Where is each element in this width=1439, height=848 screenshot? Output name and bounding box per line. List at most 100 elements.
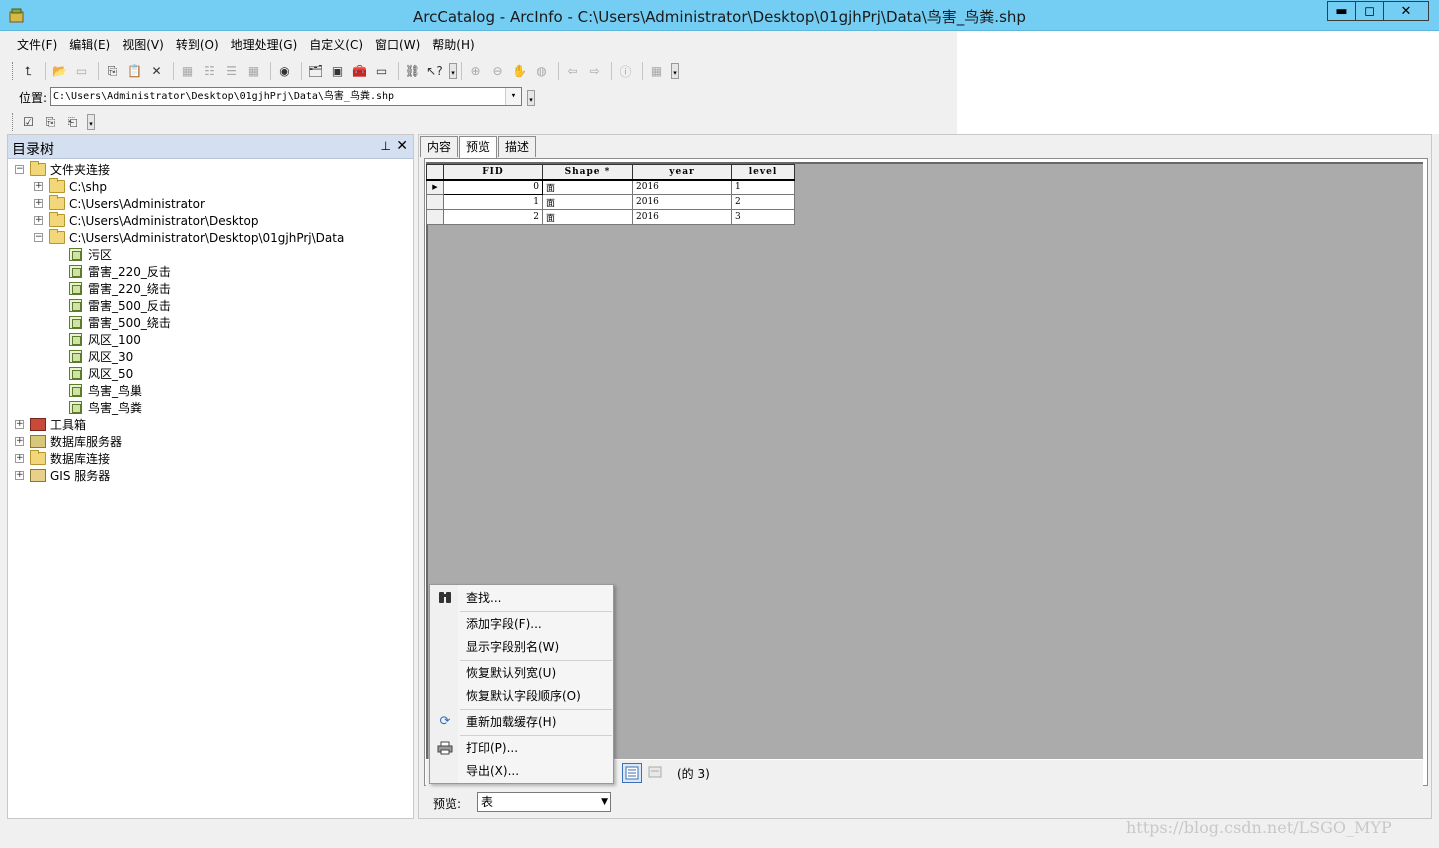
preview-type-select[interactable]: 表 ▼ bbox=[477, 792, 611, 812]
menu-file[interactable]: 文件(F) bbox=[12, 36, 62, 56]
tree-node-shapefile[interactable]: 风区_50 bbox=[69, 365, 133, 382]
delete-icon[interactable]: ✕ bbox=[147, 62, 166, 81]
tree-node-shapefile[interactable]: 鸟害_鸟巢 bbox=[69, 382, 142, 399]
tree-node-database-servers[interactable]: + 数据库服务器 bbox=[15, 433, 122, 450]
menu-customize[interactable]: 自定义(C) bbox=[304, 36, 368, 56]
tree-node-folder[interactable]: − C:\Users\Administrator\Desktop\01gjhPr… bbox=[34, 229, 344, 246]
tab-description[interactable]: 描述 bbox=[498, 136, 537, 157]
up-one-level-icon[interactable]: ⮤ bbox=[19, 62, 38, 81]
cell-year[interactable]: 2016 bbox=[632, 209, 732, 225]
large-icons-icon[interactable]: ▦ bbox=[178, 62, 197, 81]
tree-node-shapefile[interactable]: 雷害_500_反击 bbox=[69, 297, 171, 314]
tree-node-folder-connections[interactable]: − 文件夹连接 bbox=[15, 161, 110, 178]
python-window-icon[interactable]: ▭ bbox=[372, 62, 391, 81]
collapse-icon[interactable]: − bbox=[15, 165, 24, 174]
menu-item-reload-cache[interactable]: 重新加载缓存(H) bbox=[466, 712, 556, 732]
location-overflow-icon[interactable]: ▾ bbox=[527, 90, 535, 106]
tree-node-shapefile[interactable]: 雷害_220_绕击 bbox=[69, 280, 171, 297]
thumbnails-icon[interactable]: ▦ bbox=[244, 62, 263, 81]
tree-node-folder[interactable]: + C:\Users\Administrator\Desktop bbox=[34, 212, 258, 229]
cell-level[interactable]: 2 bbox=[731, 194, 795, 210]
menu-item-restore-column-widths[interactable]: 恢复默认列宽(U) bbox=[466, 663, 556, 683]
menu-item-add-field[interactable]: 添加字段(F)... bbox=[466, 614, 542, 634]
full-extent-icon[interactable]: ◍ bbox=[532, 62, 551, 81]
table-row[interactable]: 2 面 2016 3 bbox=[426, 209, 795, 225]
cell-shape[interactable]: 面 bbox=[542, 209, 633, 225]
identify-icon[interactable]: ⓘ bbox=[616, 62, 635, 81]
show-all-records-icon[interactable] bbox=[622, 763, 642, 783]
tree-node-shapefile-selected[interactable]: 鸟害_鸟粪 bbox=[69, 399, 142, 416]
collapse-icon[interactable]: − bbox=[34, 233, 43, 242]
disconnect-folder-icon[interactable]: ▭ bbox=[72, 62, 91, 81]
metadata-overflow-icon[interactable]: ▾ bbox=[87, 114, 95, 130]
import-metadata-icon[interactable]: ⎘ bbox=[41, 113, 60, 132]
forward-arrow-icon[interactable]: ⇨ bbox=[585, 62, 604, 81]
tab-preview[interactable]: 预览 bbox=[459, 136, 498, 159]
expand-icon[interactable]: + bbox=[15, 420, 24, 429]
model-builder-icon[interactable]: ⛓ bbox=[403, 62, 422, 81]
cell-shape[interactable]: 面 bbox=[542, 179, 633, 195]
toolbox-icon[interactable]: 🧰 bbox=[350, 62, 369, 81]
edit-metadata-icon[interactable]: ☑ bbox=[19, 113, 38, 132]
row-header[interactable] bbox=[426, 209, 444, 225]
search-window-icon[interactable]: ▣ bbox=[328, 62, 347, 81]
cell-fid[interactable]: 2 bbox=[443, 209, 543, 225]
menu-item-find[interactable]: 查找... bbox=[466, 588, 501, 608]
toolbar-grip[interactable] bbox=[12, 62, 15, 80]
cell-fid[interactable]: 0 bbox=[443, 179, 543, 195]
catalog-tree-icon[interactable]: 🗂 bbox=[306, 62, 325, 81]
table-row[interactable]: ▶ 0 面 2016 1 bbox=[426, 179, 795, 195]
close-button[interactable]: ✕ bbox=[1383, 1, 1429, 21]
menu-item-export[interactable]: 导出(X)... bbox=[466, 761, 519, 781]
current-row-indicator-icon[interactable]: ▶ bbox=[426, 179, 444, 195]
expand-icon[interactable]: + bbox=[34, 216, 43, 225]
tree-node-toolboxes[interactable]: + 工具箱 bbox=[15, 416, 86, 433]
pin-icon[interactable]: ⊥ bbox=[381, 139, 391, 153]
tree-node-shapefile[interactable]: 污区 bbox=[69, 246, 112, 263]
cell-year[interactable]: 2016 bbox=[632, 179, 732, 195]
cell-level[interactable]: 3 bbox=[731, 209, 795, 225]
tree-node-gis-servers[interactable]: + GIS 服务器 bbox=[15, 467, 110, 484]
expand-icon[interactable]: + bbox=[34, 199, 43, 208]
toolbar-overflow-icon-2[interactable]: ▾ bbox=[671, 63, 679, 79]
menu-item-print[interactable]: 打印(P)... bbox=[466, 738, 518, 758]
toolbar-overflow-icon[interactable]: ▾ bbox=[449, 63, 457, 79]
connect-folder-icon[interactable]: 📂 bbox=[50, 62, 69, 81]
tree-node-folder[interactable]: + C:\shp bbox=[34, 178, 107, 195]
launch-arcmap-icon[interactable]: ◉ bbox=[275, 62, 294, 81]
copy-icon[interactable]: ⎘ bbox=[103, 62, 122, 81]
minimize-button[interactable]: ▬ bbox=[1327, 1, 1356, 21]
back-arrow-icon[interactable]: ⇦ bbox=[563, 62, 582, 81]
column-header-shape[interactable]: Shape * bbox=[542, 164, 633, 181]
tree-node-shapefile[interactable]: 风区_100 bbox=[69, 331, 141, 348]
row-header[interactable] bbox=[426, 194, 444, 210]
export-metadata-icon[interactable]: ⎗ bbox=[63, 113, 82, 132]
expand-icon[interactable]: + bbox=[34, 182, 43, 191]
menu-view[interactable]: 视图(V) bbox=[117, 36, 169, 56]
paste-icon[interactable]: 📋 bbox=[125, 62, 144, 81]
pan-icon[interactable]: ✋ bbox=[510, 62, 529, 81]
whats-this-icon[interactable]: ↖? bbox=[425, 62, 444, 81]
column-header-fid[interactable]: FID bbox=[443, 164, 543, 181]
menu-geoprocessing[interactable]: 地理处理(G) bbox=[226, 36, 303, 56]
cell-year[interactable]: 2016 bbox=[632, 194, 732, 210]
zoom-out-icon[interactable]: ⊖ bbox=[488, 62, 507, 81]
location-input[interactable]: C:\Users\Administrator\Desktop\01gjhPrj\… bbox=[50, 87, 522, 106]
expand-icon[interactable]: + bbox=[15, 454, 24, 463]
tree-node-shapefile[interactable]: 雷害_220_反击 bbox=[69, 263, 171, 280]
location-dropdown-icon[interactable]: ▾ bbox=[505, 88, 521, 105]
menu-window[interactable]: 窗口(W) bbox=[370, 36, 425, 56]
cell-fid[interactable]: 1 bbox=[443, 194, 543, 210]
toolbar-grip-2[interactable] bbox=[12, 113, 15, 131]
menu-goto[interactable]: 转到(O) bbox=[171, 36, 224, 56]
menu-help[interactable]: 帮助(H) bbox=[427, 36, 479, 56]
tree-node-shapefile[interactable]: 雷害_500_绕击 bbox=[69, 314, 171, 331]
menu-item-restore-field-order[interactable]: 恢复默认字段顺序(O) bbox=[466, 686, 581, 706]
column-header-year[interactable]: year bbox=[632, 164, 732, 181]
zoom-in-icon[interactable]: ⊕ bbox=[466, 62, 485, 81]
maximize-button[interactable]: ◻ bbox=[1355, 1, 1384, 21]
table-row[interactable]: 1 面 2016 2 bbox=[426, 194, 795, 210]
tab-contents[interactable]: 内容 bbox=[420, 136, 459, 157]
expand-icon[interactable]: + bbox=[15, 471, 24, 480]
show-selected-records-icon[interactable] bbox=[646, 763, 664, 781]
